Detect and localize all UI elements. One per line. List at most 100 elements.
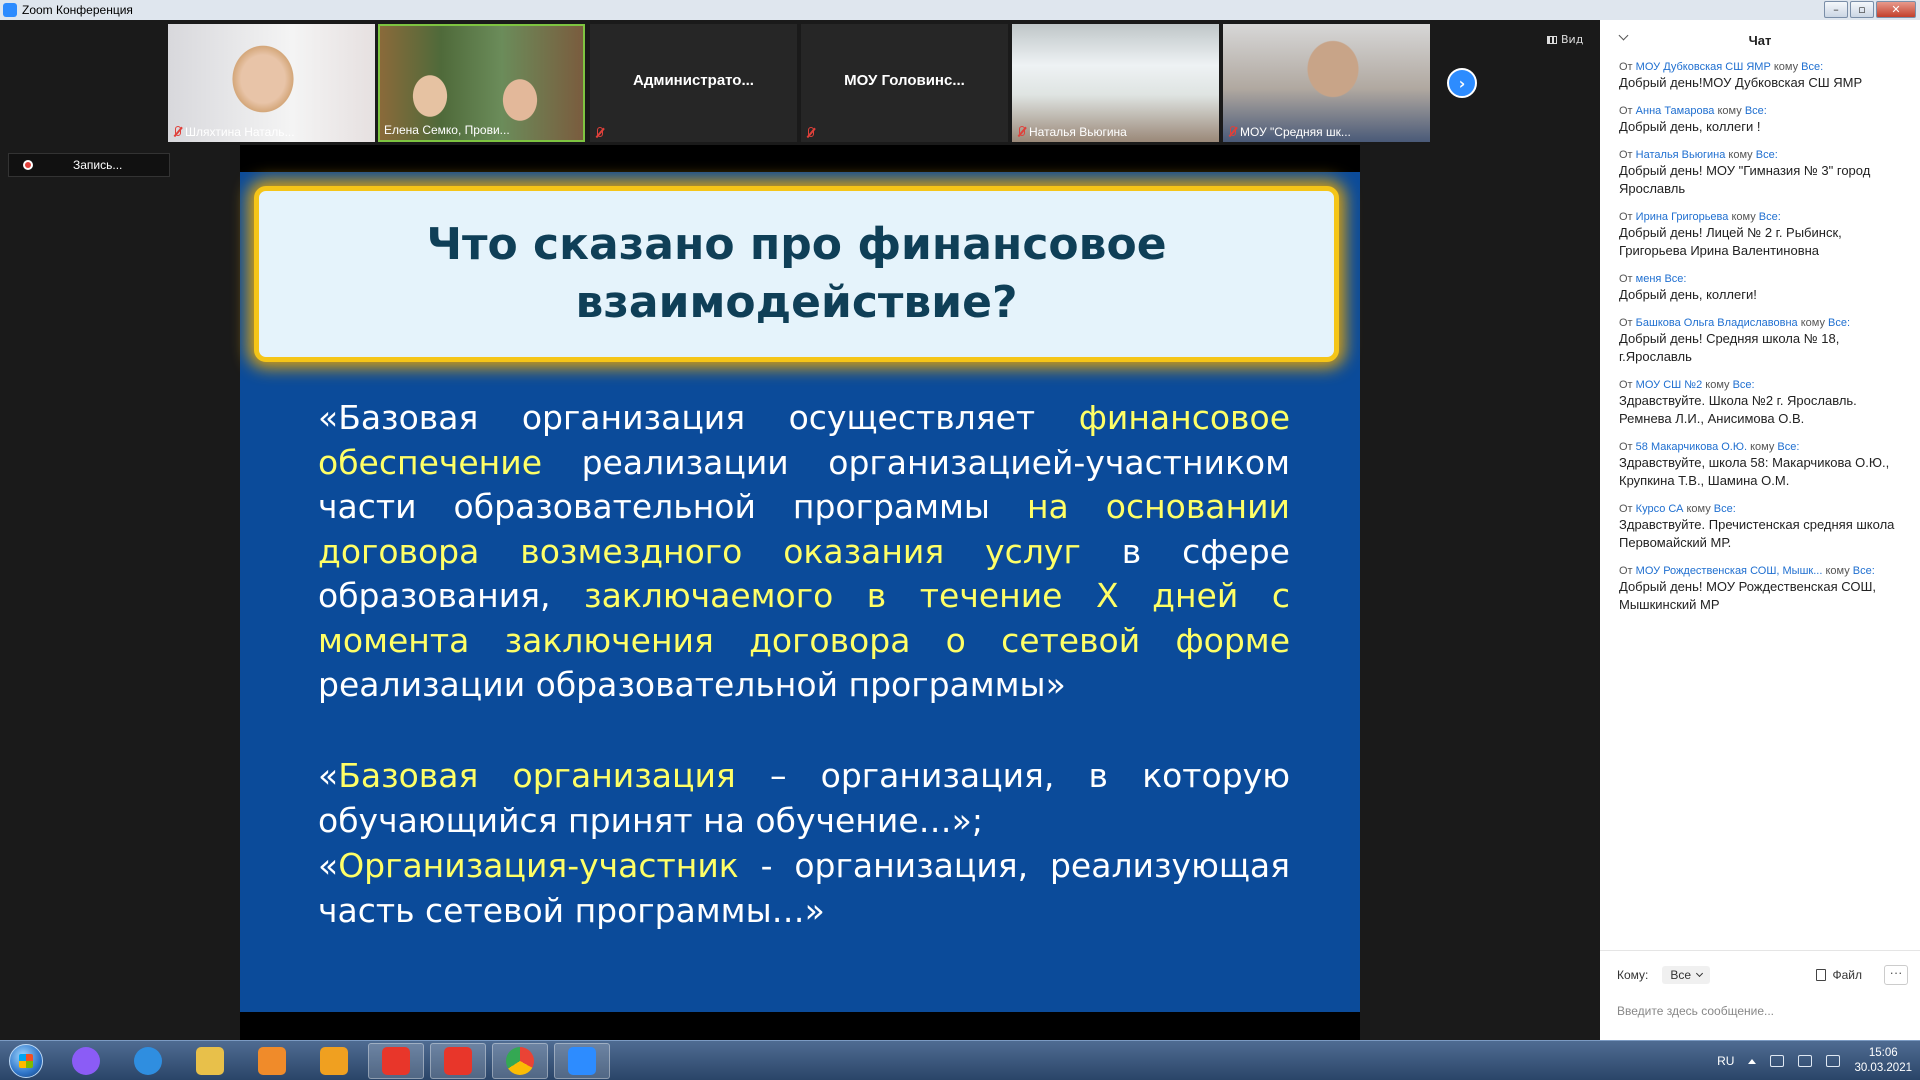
chat-message: От Анна Тамарова кому Все: Добрый день, к… (1600, 104, 1920, 136)
taskbar-app-button[interactable] (120, 1043, 176, 1079)
chat-message: От МОУ Дубковская СШ ЯМР кому Все: Добрый… (1600, 60, 1920, 92)
media-player-icon (258, 1047, 286, 1075)
chat-message-meta: От меня Все: (1619, 273, 1687, 285)
maximize-button[interactable]: ▫ (1850, 1, 1874, 18)
chat-message-text: Здравствуйте. Школа №2 г. Ярославль. Рем… (1619, 393, 1857, 426)
chat-message-input[interactable]: Введите здесь сообщение... (1617, 999, 1908, 1023)
chat-message-meta: От МОУ Дубковская СШ ЯМР кому Все: (1619, 61, 1824, 73)
chat-message-meta: От Курсо СА кому Все: (1619, 503, 1736, 515)
chat-sender-link[interactable]: меня (1636, 273, 1662, 285)
chat-message: От Курсо СА кому Все: Здравствуйте. Пречи… (1600, 502, 1920, 552)
taskbar-app-button[interactable] (368, 1043, 424, 1079)
chat-recipient-link[interactable]: Все: (1756, 149, 1778, 161)
chat-message-text: Добрый день! МОУ "Гимназия № 3" город Яр… (1619, 163, 1871, 196)
outlook-icon (320, 1047, 348, 1075)
file-icon (1816, 969, 1827, 981)
chat-sender-link[interactable]: Наталья Вьюгина (1636, 149, 1726, 161)
chat-recipient-link[interactable]: Все: (1853, 565, 1875, 577)
chat-sender-link[interactable]: МОУ Рождественская СОШ, Мышк... (1636, 565, 1823, 577)
muted-mic-icon (1227, 126, 1237, 138)
participant-name-placeholder: Администрато... (633, 72, 754, 89)
participant-tile[interactable]: МОУ "Средняя шк... (1223, 24, 1430, 142)
participant-tile[interactable]: Администрато... (590, 24, 797, 142)
system-tray: RU 15:06 30.03.2021 (1717, 1041, 1912, 1080)
recipient-dropdown[interactable]: Все (1662, 966, 1711, 984)
chat-message-meta: От МОУ Рождественская СОШ, Мышк... кому … (1619, 565, 1875, 577)
minimize-button[interactable]: – (1824, 1, 1848, 18)
taskbar-app-button[interactable] (182, 1043, 238, 1079)
chat-recipient-link[interactable]: Все: (1759, 211, 1781, 223)
chevron-down-icon[interactable] (1618, 30, 1629, 41)
taskbar-app-button[interactable] (244, 1043, 300, 1079)
chat-message-meta: От Ирина Григорьева кому Все: (1619, 211, 1781, 223)
language-indicator[interactable]: RU (1717, 1054, 1734, 1068)
chat-sender-link[interactable]: Курсо СА (1636, 503, 1684, 515)
chat-recipient-link[interactable]: Все: (1745, 105, 1767, 117)
chat-recipient-link[interactable]: Все: (1714, 503, 1736, 515)
taskbar-app-button[interactable] (554, 1043, 610, 1079)
chat-message-meta: От Анна Тамарова кому Все: (1619, 105, 1767, 117)
alice-icon (72, 1047, 100, 1075)
recording-indicator[interactable]: Запись... (8, 153, 170, 177)
participant-tile[interactable]: Наталья Вьюгина (1012, 24, 1219, 142)
clock[interactable]: 15:06 30.03.2021 (1854, 1046, 1912, 1076)
chat-sender-link[interactable]: Башкова Ольга Владиславовна (1636, 317, 1798, 329)
chat-message: От меня Все: Добрый день, коллеги! (1600, 272, 1920, 304)
chat-recipient-link[interactable]: Все: (1828, 317, 1850, 329)
next-page-button[interactable]: › (1447, 68, 1477, 98)
muted-mic-icon (805, 127, 815, 139)
taskbar-app-button[interactable] (492, 1043, 548, 1079)
network-icon[interactable] (1798, 1055, 1813, 1067)
view-button[interactable]: Вид (1547, 33, 1583, 46)
yandex-browser-icon (382, 1047, 410, 1075)
volume-icon[interactable] (1826, 1055, 1841, 1067)
record-icon (23, 160, 33, 170)
chrome-icon (506, 1047, 534, 1075)
participant-tile[interactable]: МОУ Головинс... (801, 24, 1008, 142)
chat-message-text: Добрый день! Средняя школа № 18, г.Яросл… (1619, 331, 1840, 364)
chat-sender-link[interactable]: Анна Тамарова (1636, 105, 1715, 117)
participant-name-label: Наталья Вьюгина (1016, 125, 1127, 139)
participant-mute-indicator (805, 127, 815, 139)
more-options-button[interactable]: ··· (1884, 965, 1908, 985)
chat-message-text: Добрый день! МОУ Рождественская СОШ, Мыш… (1619, 579, 1877, 612)
action-center-flag-icon[interactable] (1770, 1055, 1785, 1067)
file-button[interactable]: Файл (1816, 968, 1862, 982)
chat-recipient-link[interactable]: Все: (1664, 273, 1686, 285)
zoom-icon (568, 1047, 596, 1075)
muted-mic-icon (1016, 126, 1026, 138)
chat-sender-link[interactable]: МОУ СШ №2 (1636, 379, 1703, 391)
window-titlebar: Zoom Конференция – ▫ ✕ (0, 0, 1920, 20)
chat-recipient-link[interactable]: Все: (1801, 61, 1823, 73)
chat-message: От МОУ Рождественская СОШ, Мышк... кому … (1600, 564, 1920, 614)
chevron-down-icon (1696, 969, 1704, 978)
chat-message-meta: От МОУ СШ №2 кому Все: (1619, 379, 1755, 391)
show-hidden-icons-icon[interactable] (1748, 1058, 1757, 1064)
chat-recipient-row: Кому: Все Файл ··· (1617, 963, 1908, 987)
taskbar-app-button[interactable] (58, 1043, 114, 1079)
grid-view-icon (1547, 35, 1557, 44)
chat-message-meta: От 58 Макарчикова О.Ю. кому Все: (1619, 441, 1800, 453)
chat-message: От МОУ СШ №2 кому Все: Здравствуйте. Школ… (1600, 378, 1920, 428)
chat-footer: Кому: Все Файл ··· Введите здесь сообщен… (1600, 950, 1920, 1040)
chat-recipient-link[interactable]: Все: (1777, 441, 1799, 453)
participant-tile[interactable]: Шляхтина Наталь... (168, 24, 375, 142)
internet-explorer-icon (134, 1047, 162, 1075)
chat-panel: Чат От МОУ Дубковская СШ ЯМР кому Все: До… (1600, 20, 1920, 1040)
participant-tile-active-speaker[interactable]: Елена Семко, Прови... (378, 24, 585, 142)
chat-message-meta: От Наталья Вьюгина кому Все: (1619, 149, 1778, 161)
chat-message-text: Здравствуйте, школа 58: Макарчикова О.Ю.… (1619, 455, 1890, 488)
taskbar-app-button[interactable] (430, 1043, 486, 1079)
chat-message-list: От МОУ Дубковская СШ ЯМР кому Все: Добрый… (1600, 60, 1920, 614)
chat-message-meta: От Башкова Ольга Владиславовна кому Все: (1619, 317, 1851, 329)
taskbar-app-button[interactable] (306, 1043, 362, 1079)
window-title: Zoom Конференция (22, 3, 133, 17)
chat-sender-link[interactable]: 58 Макарчикова О.Ю. (1636, 441, 1747, 453)
close-button[interactable]: ✕ (1876, 1, 1916, 18)
chat-recipient-link[interactable]: Все: (1733, 379, 1755, 391)
chat-sender-link[interactable]: МОУ Дубковская СШ ЯМР (1636, 61, 1771, 73)
slide-paragraph-definition: «Базовая организация осуществляет финанс… (318, 398, 1290, 704)
chat-sender-link[interactable]: Ирина Григорьева (1636, 211, 1729, 223)
chat-header: Чат (1600, 20, 1920, 60)
start-button[interactable] (4, 1042, 48, 1080)
